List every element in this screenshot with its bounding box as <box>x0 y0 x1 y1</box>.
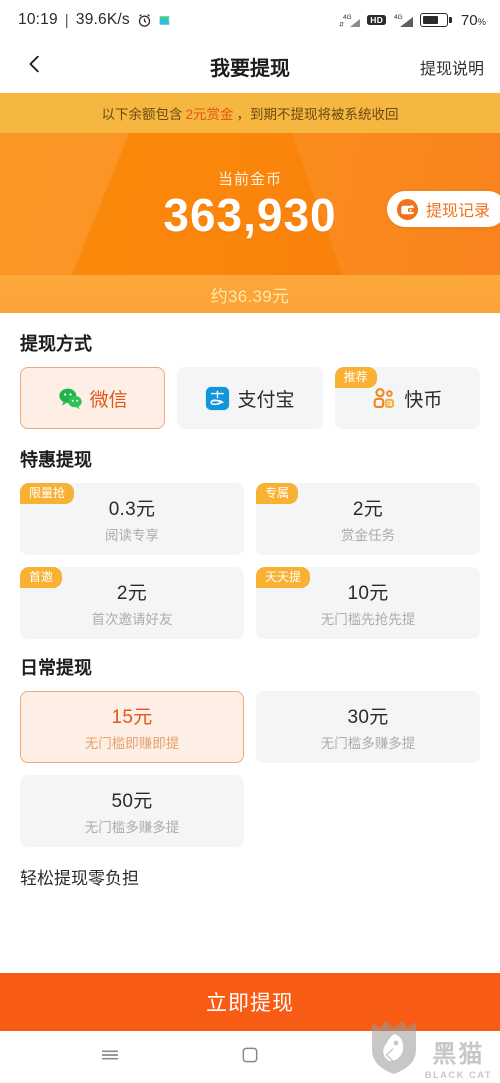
daily-amount-card[interactable]: 30元 无门槛多赚多提 <box>256 691 480 763</box>
wechat-icon <box>58 386 83 411</box>
notice-banner: 以下余额包含 2元赏金 ，到期不提现将被系统收回 <box>0 93 500 133</box>
svg-text:⇵: ⇵ <box>339 23 344 29</box>
back-chevron-icon <box>24 53 46 80</box>
flag-icon <box>159 14 176 27</box>
section-title-pay-method: 提现方式 <box>20 334 92 354</box>
special-amount-card[interactable]: 专属 2元 赏金任务 <box>256 483 480 555</box>
special-card-badge: 限量抢 <box>20 483 75 504</box>
home-square-icon <box>240 1045 260 1070</box>
withdraw-instructions-link[interactable]: 提现说明 <box>420 55 484 79</box>
special-card-value: 10元 <box>347 583 389 604</box>
status-bar-right: 4G ⇵ HD 4G 70% <box>339 12 486 29</box>
back-button[interactable] <box>18 50 52 84</box>
battery-percent: 70% <box>460 11 486 29</box>
battery-icon <box>420 13 452 27</box>
daily-row-1: 15元 无门槛即赚即提 30元 无门槛多赚多提 <box>20 691 480 763</box>
withdraw-record-button[interactable]: 提现记录 <box>386 191 500 227</box>
nav-home-button[interactable] <box>228 1035 272 1079</box>
wallet-icon <box>396 198 419 221</box>
pay-option-label: 微信 <box>89 389 128 411</box>
withdraw-content: 提现方式 微信 支付宝 推荐 快币 特惠提现 限量抢 0.3元 阅读专享 专属 … <box>0 313 500 973</box>
pay-option-kuaibi[interactable]: 推荐 快币 <box>334 367 480 429</box>
special-card-badge: 专属 <box>256 483 299 504</box>
footer-note: 轻松提现零负担 <box>20 869 139 888</box>
signal-4g-icon-2: 4G <box>392 12 414 28</box>
menu-icon <box>99 1044 121 1071</box>
withdraw-now-label: 立即提现 <box>206 992 294 1015</box>
svg-text:4G: 4G <box>394 14 403 21</box>
pay-option-label: 支付宝 <box>237 389 295 411</box>
special-row-1: 限量抢 0.3元 阅读专享 专属 2元 赏金任务 <box>20 483 480 555</box>
alarm-clock-icon <box>137 13 152 28</box>
special-card-value: 2元 <box>352 499 384 520</box>
section-title-special: 特惠提现 <box>20 450 92 470</box>
section-title-daily: 日常提现 <box>20 658 92 678</box>
coin-label: 当前金币 <box>217 170 282 188</box>
status-bar: 10:19 | 39.6K/s 4G ⇵ HD 4G 70% <box>0 0 500 40</box>
pay-option-label: 快币 <box>404 389 443 411</box>
watermark-en: BLACK CAT <box>424 1070 492 1081</box>
special-card-badge: 首邀 <box>20 567 63 588</box>
special-card-desc: 阅读专享 <box>105 528 159 543</box>
daily-card-value: 50元 <box>111 791 153 812</box>
status-bar-left: 10:19 | 39.6K/s <box>18 11 176 29</box>
special-card-desc: 赏金任务 <box>341 528 395 543</box>
watermark-text: 黑猫 BLACK CAT <box>424 1041 492 1082</box>
pay-option-alipay[interactable]: 支付宝 <box>177 367 323 429</box>
pay-method-row: 微信 支付宝 推荐 快币 <box>20 367 480 429</box>
special-amount-card[interactable]: 首邀 2元 首次邀请好友 <box>20 567 244 639</box>
daily-card-desc: 无门槛多赚多提 <box>84 820 180 835</box>
daily-card-desc: 无门槛多赚多提 <box>320 736 416 751</box>
special-card-value: 0.3元 <box>108 499 156 520</box>
balance-hero: 当前金币 363,930 提现记录 约36.39元 <box>0 133 500 313</box>
withdraw-now-button[interactable]: 立即提现 <box>0 973 500 1031</box>
back-chevron-icon <box>380 1045 400 1070</box>
alipay-icon <box>205 386 230 411</box>
daily-card-value: 15元 <box>111 707 153 728</box>
title-bar: 我要提现 提现说明 <box>0 40 500 93</box>
daily-card-value: 30元 <box>347 707 389 728</box>
daily-amount-card[interactable]: 50元 无门槛多赚多提 <box>20 775 244 847</box>
special-amount-card[interactable]: 限量抢 0.3元 阅读专享 <box>20 483 244 555</box>
notice-prefix: 以下余额包含 <box>101 107 183 122</box>
daily-row-2: 50元 无门槛多赚多提 <box>20 775 480 847</box>
special-card-desc: 首次邀请好友 <box>91 612 173 627</box>
daily-amount-card-selected[interactable]: 15元 无门槛即赚即提 <box>20 691 244 763</box>
status-time: 10:19 <box>18 11 58 28</box>
pay-option-wechat[interactable]: 微信 <box>20 367 166 429</box>
nav-menu-button[interactable] <box>88 1035 132 1079</box>
coin-amount: 363,930 <box>163 188 337 241</box>
withdraw-page: 10:19 | 39.6K/s 4G ⇵ HD 4G 70% 我要提现 提现说明… <box>0 0 500 1083</box>
cny-equivalent-strip: 约36.39元 <box>0 275 500 313</box>
special-card-value: 2元 <box>116 583 148 604</box>
notice-suffix: ，到期不提现将被系统收回 <box>236 107 399 122</box>
special-card-badge: 天天提 <box>256 567 311 588</box>
pay-option-badge: 推荐 <box>334 367 377 388</box>
svg-text:4G: 4G <box>343 14 352 21</box>
hd-badge: HD <box>367 14 387 26</box>
kuaibi-icon <box>372 386 397 411</box>
notice-highlight: 2元赏金 <box>185 107 234 122</box>
special-row-2: 首邀 2元 首次邀请好友 天天提 10元 无门槛先抢先提 <box>20 567 480 639</box>
watermark-cn: 黑猫 <box>432 1041 485 1068</box>
daily-card-desc: 无门槛即赚即提 <box>84 736 180 751</box>
status-separator: | <box>64 11 69 29</box>
signal-4g-icon-1: 4G ⇵ <box>339 12 361 28</box>
system-nav-bar: 黑猫 BLACK CAT <box>0 1021 500 1083</box>
network-speed: 39.6K/s <box>75 11 130 28</box>
special-card-desc: 无门槛先抢先提 <box>320 612 416 627</box>
cny-equivalent: 约36.39元 <box>210 286 290 306</box>
special-amount-card[interactable]: 天天提 10元 无门槛先抢先提 <box>256 567 480 639</box>
nav-back-button[interactable] <box>368 1035 412 1079</box>
withdraw-record-label: 提现记录 <box>425 203 490 220</box>
